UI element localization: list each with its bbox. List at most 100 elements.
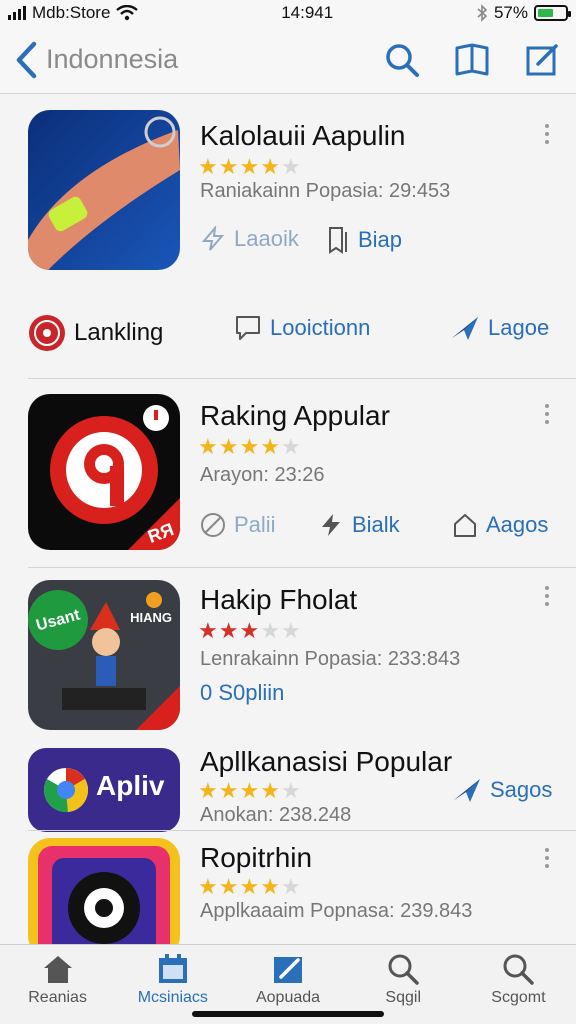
seal-icon xyxy=(29,315,65,351)
app-name: Ropitrhin xyxy=(200,842,313,873)
star-filled-icon: ★ xyxy=(239,154,261,179)
app-list: Kalolauii Aapulin ★★★★★ Raniakainn Popas… xyxy=(0,94,576,944)
book-icon[interactable] xyxy=(452,40,492,80)
action-label: Laaoik xyxy=(234,226,299,251)
link-label: Lagoe xyxy=(488,315,550,340)
star-rating: ★★★★★ xyxy=(198,618,302,644)
star-filled-icon: ★ xyxy=(260,154,281,179)
app-meta: Raniakainn Popasia: 29:453 xyxy=(200,180,451,202)
action-label: Bialk xyxy=(352,512,400,537)
bluetooth-icon xyxy=(477,4,488,22)
more-icon[interactable] xyxy=(540,848,554,868)
tab-label: Reanias xyxy=(28,989,87,1006)
app-meta: Anokan: 238.248 xyxy=(200,804,352,826)
tab-reanias[interactable]: Reanias xyxy=(0,945,115,1024)
search-icon[interactable] xyxy=(382,40,422,80)
more-icon[interactable] xyxy=(540,124,554,144)
app-icon xyxy=(28,110,180,270)
no-entry-icon xyxy=(201,513,225,537)
list-item[interactable]: Apliv Apllkanasisi Popular ★★★★★ Anokan:… xyxy=(0,742,576,832)
link-lagoe[interactable]: Lagoe xyxy=(450,314,549,342)
more-icon[interactable] xyxy=(540,586,554,606)
list-item[interactable]: Ropitrhin ★★★★★ Applkaaaim Popnasa: 239.… xyxy=(0,834,576,944)
tab-label: Sqgil xyxy=(385,989,421,1006)
star-empty-icon: ★ xyxy=(280,618,302,643)
action-label: Aagos xyxy=(486,512,549,537)
list-item[interactable]: Usant HIANG Hakip Fholat ★★★★★ Lenrakain… xyxy=(0,574,576,734)
app-icon: RЯ xyxy=(28,394,180,550)
tab-scgomt[interactable]: Scgomt xyxy=(461,945,576,1024)
star-filled-icon: ★ xyxy=(198,874,219,899)
icon-text: Apliv xyxy=(96,770,165,801)
link-looictionn[interactable]: Looictionn xyxy=(234,314,370,342)
action-button[interactable]: Biap xyxy=(326,226,402,254)
star-filled-icon: ★ xyxy=(239,874,261,899)
app-meta: Lenrakainn Popasia: 233:843 xyxy=(200,648,461,670)
star-empty-icon: ★ xyxy=(280,778,302,803)
link-label: Looictionn xyxy=(270,315,371,340)
action-button[interactable]: Aagos xyxy=(452,512,548,538)
section-links: Lankling Looictionn Lagoe xyxy=(0,304,576,364)
signal-icon xyxy=(8,6,26,20)
battery-percent: 57% xyxy=(493,3,528,22)
nav-bar: Indonnesia xyxy=(0,26,576,94)
star-filled-icon: ★ xyxy=(239,778,261,803)
star-rating: ★★★★★ xyxy=(198,434,302,460)
list-item[interactable]: Kalolauii Aapulin ★★★★★ Raniakainn Popas… xyxy=(0,94,576,294)
tab-label: Scgomt xyxy=(491,989,546,1006)
star-empty-icon: ★ xyxy=(280,874,302,899)
star-empty-icon: ★ xyxy=(280,434,302,459)
search-icon xyxy=(503,954,535,985)
tab-label: Aopuada xyxy=(255,989,321,1006)
app-name: Apllkanasisi Popular xyxy=(200,746,453,777)
paper-plane-icon xyxy=(454,779,480,802)
star-filled-icon: ★ xyxy=(198,154,219,179)
more-icon[interactable] xyxy=(540,404,554,424)
bookmark-icon xyxy=(329,227,347,254)
star-filled-icon: ★ xyxy=(218,778,240,803)
star-filled-icon: ★ xyxy=(218,154,240,179)
app-icon: Usant HIANG xyxy=(28,580,180,730)
action-label: 0 S0pliin xyxy=(200,680,285,705)
home-indicator[interactable] xyxy=(192,1011,384,1017)
action-button[interactable]: Bialk xyxy=(318,512,400,538)
carrier-label: Mdb:Store xyxy=(32,3,111,22)
star-filled-icon: ★ xyxy=(218,874,240,899)
action-button[interactable]: 0 S0pliin xyxy=(200,680,284,706)
search-icon xyxy=(388,954,419,985)
app-icon xyxy=(28,838,180,944)
app-name: Kalolauii Aapulin xyxy=(200,120,406,151)
calendar-icon xyxy=(158,954,187,983)
action-label: Biap xyxy=(358,227,403,252)
compose-icon[interactable] xyxy=(522,40,562,80)
star-rating: ★★★★★ xyxy=(198,154,302,180)
status-bar: Mdb:Store 14:941 57% xyxy=(0,0,576,26)
star-filled-icon: ★ xyxy=(218,618,240,643)
flash-icon xyxy=(201,226,225,251)
star-filled-icon: ★ xyxy=(198,434,219,459)
star-empty-icon: ★ xyxy=(260,618,281,643)
action-label: Sagos xyxy=(490,777,553,802)
star-filled-icon: ★ xyxy=(198,618,219,643)
back-button[interactable]: Indonnesia xyxy=(14,41,178,79)
app-meta: Arayon: 23:26 xyxy=(200,464,325,486)
icon-label: HIANG xyxy=(130,610,172,625)
star-filled-icon: ★ xyxy=(198,778,219,803)
star-filled-icon: ★ xyxy=(239,618,261,643)
clock: 14:941 xyxy=(281,3,334,22)
app-meta: Applkaaaim Popnasa: 239.843 xyxy=(200,900,473,922)
star-filled-icon: ★ xyxy=(260,778,281,803)
link-lankling[interactable]: Lankling xyxy=(28,314,163,352)
house-icon xyxy=(454,514,476,537)
app-name: Raking Appular xyxy=(200,400,390,431)
action-button[interactable]: Sagos xyxy=(452,776,552,804)
divider xyxy=(28,567,576,568)
pen-icon xyxy=(274,957,302,983)
star-rating: ★★★★★ xyxy=(198,874,302,900)
list-item[interactable]: RЯ Raking Appular ★★★★★ Arayon: 23:26 Pa… xyxy=(0,384,576,564)
action-label: Palii xyxy=(234,512,276,537)
action-button[interactable]: Laaoik xyxy=(200,226,299,252)
action-button[interactable]: Palii xyxy=(200,512,276,538)
app-icon: Apliv xyxy=(28,748,180,832)
star-rating: ★★★★★ xyxy=(198,778,302,804)
